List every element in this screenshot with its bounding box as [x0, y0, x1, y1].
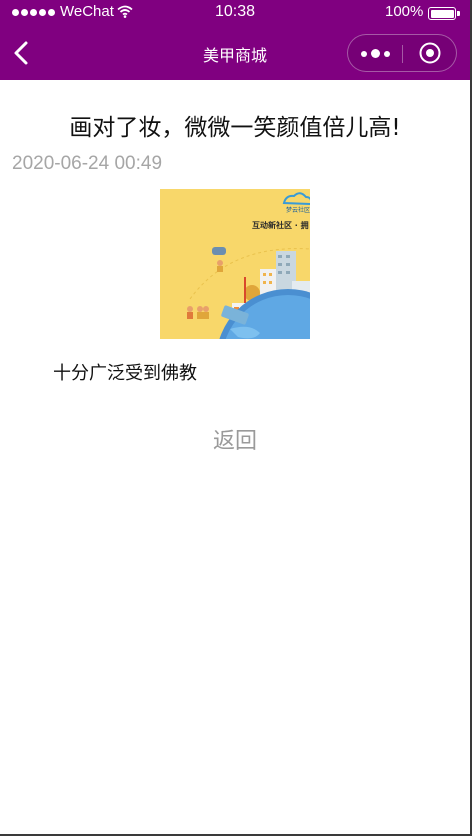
target-circle-icon	[419, 42, 441, 64]
return-button[interactable]: 返回	[213, 423, 257, 455]
article-body: 十分广泛受到佛教	[53, 363, 197, 384]
status-bar: WeChat 10:38 100%	[0, 0, 470, 26]
article-date: 2020-06-24 00:49	[12, 153, 163, 174]
mini-program-capsule	[347, 34, 457, 72]
community-illustration: 梦云社区 互动新社区 · 拥	[160, 189, 310, 339]
article-image: 梦云社区 互动新社区 · 拥	[160, 189, 310, 339]
article-title: 画对了妆，微微一笑颜值倍儿高!	[69, 115, 401, 141]
more-button[interactable]	[348, 35, 402, 71]
brand-text: 梦云社区	[286, 206, 310, 214]
close-mini-program-button[interactable]	[403, 35, 457, 71]
slogan-text: 互动新社区 · 拥	[252, 220, 309, 230]
nav-bar: 美甲商城	[0, 26, 470, 80]
more-dots-icon	[361, 49, 390, 58]
battery-icon	[428, 7, 460, 20]
phone-screen: WeChat 10:38 100% 美甲商城 画对了妆，微微一笑颜值倍儿高! 2…	[0, 0, 472, 836]
battery-percentage: 100%	[385, 3, 424, 20]
return-button-container: 返回	[0, 423, 470, 455]
